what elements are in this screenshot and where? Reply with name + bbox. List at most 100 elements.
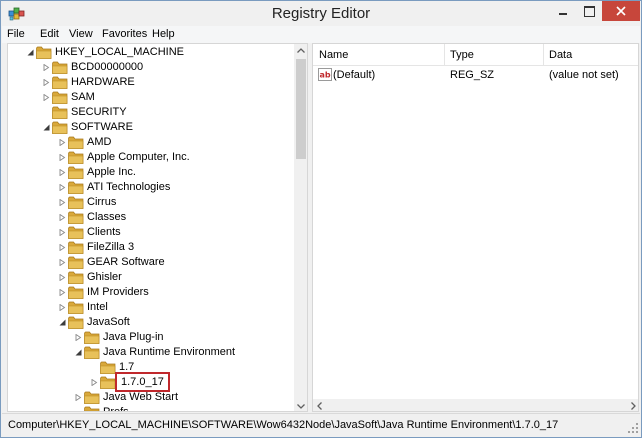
title-bar[interactable]: Registry Editor xyxy=(1,1,641,26)
menu-help[interactable]: Help xyxy=(152,28,175,40)
menu-view[interactable]: View xyxy=(69,28,93,40)
tree-node-amd[interactable]: AMD xyxy=(8,135,294,150)
tree-node-ghisler[interactable]: Ghisler xyxy=(8,270,294,285)
scroll-down-arrow-icon[interactable] xyxy=(294,399,308,412)
tree-node-label: Intel xyxy=(87,301,108,313)
expanded-arrow-icon[interactable] xyxy=(27,49,34,56)
folder-icon xyxy=(52,121,68,134)
resize-grip-icon[interactable] xyxy=(628,423,638,433)
tree-node-label: SOFTWARE xyxy=(71,121,133,133)
tree-node-cirrus[interactable]: Cirrus xyxy=(8,195,294,210)
collapsed-arrow-icon[interactable] xyxy=(59,289,66,296)
tree-node-hkey-local-machine[interactable]: HKEY_LOCAL_MACHINE xyxy=(8,45,294,60)
tree-node-label: Classes xyxy=(87,211,127,223)
tree-node-im-providers[interactable]: IM Providers xyxy=(8,285,294,300)
menu-edit[interactable]: Edit xyxy=(40,28,59,40)
tree-node-label: HKEY_LOCAL_MACHINE xyxy=(55,46,184,58)
collapsed-arrow-icon[interactable] xyxy=(59,259,66,266)
tree-node-label: Java Plug-in xyxy=(103,331,164,343)
value-type: REG_SZ xyxy=(450,69,495,81)
folder-icon xyxy=(84,346,100,359)
collapsed-arrow-icon[interactable] xyxy=(91,379,98,386)
expanded-arrow-icon[interactable] xyxy=(43,124,50,131)
value-data: (value not set) xyxy=(549,69,619,81)
collapsed-arrow-icon[interactable] xyxy=(59,139,66,146)
collapsed-arrow-icon[interactable] xyxy=(59,154,66,161)
tree-node-intel[interactable]: Intel xyxy=(8,300,294,315)
folder-icon xyxy=(68,151,84,164)
menu-bar: File Edit View Favorites Help xyxy=(2,26,640,43)
collapsed-arrow-icon[interactable] xyxy=(59,304,66,311)
window-title: Registry Editor xyxy=(271,5,371,22)
menu-file[interactable]: File xyxy=(7,28,25,40)
scroll-right-arrow-icon[interactable] xyxy=(626,399,639,412)
column-divider[interactable] xyxy=(543,44,544,66)
collapsed-arrow-icon[interactable] xyxy=(59,199,66,206)
tree-node-1-7[interactable]: 1.7 xyxy=(8,360,294,375)
menu-favorites[interactable]: Favorites xyxy=(102,28,147,40)
tree-node-label: Ghisler xyxy=(87,271,122,283)
tree-node-sam[interactable]: SAM xyxy=(8,90,294,105)
tree-vertical-scrollbar[interactable] xyxy=(294,44,308,412)
tree-node-label: HARDWARE xyxy=(71,76,135,88)
folder-icon xyxy=(68,271,84,284)
tree-node-label: SECURITY xyxy=(71,106,127,118)
tree-node-clients[interactable]: Clients xyxy=(8,225,294,240)
folder-icon xyxy=(68,286,84,299)
tree-node-bcd00000000[interactable]: BCD00000000 xyxy=(8,60,294,75)
tree-node-apple-inc[interactable]: Apple Inc. xyxy=(8,165,294,180)
status-bar: Computer\HKEY_LOCAL_MACHINE\SOFTWARE\Wow… xyxy=(2,413,640,435)
tree-scroll-thumb[interactable] xyxy=(296,59,306,159)
collapsed-arrow-icon[interactable] xyxy=(43,64,50,71)
collapsed-arrow-icon[interactable] xyxy=(43,79,50,86)
column-header-name[interactable]: Name xyxy=(319,49,348,61)
collapsed-arrow-icon[interactable] xyxy=(59,229,66,236)
folder-icon xyxy=(84,331,100,344)
collapsed-arrow-icon[interactable] xyxy=(59,169,66,176)
string-value-icon: ab xyxy=(318,68,332,81)
tree-node-hardware[interactable]: HARDWARE xyxy=(8,75,294,90)
close-button[interactable] xyxy=(602,1,640,21)
scroll-up-arrow-icon[interactable] xyxy=(294,44,308,58)
values-list-pane[interactable]: Name Type Data ab (Default) REG_SZ (valu… xyxy=(312,43,639,412)
collapsed-arrow-icon[interactable] xyxy=(43,94,50,101)
column-header-data[interactable]: Data xyxy=(549,49,572,61)
tree-node-java-runtime-environment[interactable]: Java Runtime Environment xyxy=(8,345,294,360)
collapsed-arrow-icon[interactable] xyxy=(59,214,66,221)
folder-icon xyxy=(68,316,84,329)
tree-node-gear-software[interactable]: GEAR Software xyxy=(8,255,294,270)
tree-node-ati-technologies[interactable]: ATI Technologies xyxy=(8,180,294,195)
collapsed-arrow-icon[interactable] xyxy=(59,274,66,281)
tree-node-filezilla-3[interactable]: FileZilla 3 xyxy=(8,240,294,255)
tree-node-security[interactable]: SECURITY xyxy=(8,105,294,120)
scroll-left-arrow-icon[interactable] xyxy=(313,399,327,412)
tree-node-java-web-start[interactable]: Java Web Start xyxy=(8,390,294,405)
collapsed-arrow-icon[interactable] xyxy=(75,394,82,401)
column-divider[interactable] xyxy=(444,44,445,66)
tree-node-java-plug-in[interactable]: Java Plug-in xyxy=(8,330,294,345)
tree-node-prefs[interactable]: Prefs xyxy=(8,405,294,411)
expanded-arrow-icon[interactable] xyxy=(59,319,66,326)
tree-node-1-7-0-17[interactable]: 1.7.0_17 xyxy=(8,372,294,392)
tree-node-apple-computer-inc[interactable]: Apple Computer, Inc. xyxy=(8,150,294,165)
expanded-arrow-icon[interactable] xyxy=(75,349,82,356)
folder-icon xyxy=(68,136,84,149)
minimize-button[interactable] xyxy=(550,1,576,21)
folder-icon xyxy=(52,76,68,89)
collapsed-arrow-icon[interactable] xyxy=(75,334,82,341)
tree-node-javasoft[interactable]: JavaSoft xyxy=(8,315,294,330)
collapsed-arrow-icon[interactable] xyxy=(59,244,66,251)
value-row[interactable]: ab (Default) REG_SZ (value not set) xyxy=(313,66,638,83)
tree-node-software[interactable]: SOFTWARE xyxy=(8,120,294,135)
maximize-button[interactable] xyxy=(576,1,602,21)
collapsed-arrow-icon[interactable] xyxy=(59,184,66,191)
folder-icon xyxy=(100,376,116,389)
values-horizontal-scrollbar[interactable] xyxy=(313,399,639,412)
column-header-type[interactable]: Type xyxy=(450,49,474,61)
value-name: (Default) xyxy=(333,69,376,81)
tree-node-label: Java Web Start xyxy=(103,391,178,403)
folder-icon xyxy=(36,46,52,59)
tree-node-classes[interactable]: Classes xyxy=(8,210,294,225)
folder-icon xyxy=(68,226,84,239)
key-tree-pane[interactable]: HKEY_LOCAL_MACHINE BCD00000000 HARDWARE SAM… xyxy=(7,43,308,412)
